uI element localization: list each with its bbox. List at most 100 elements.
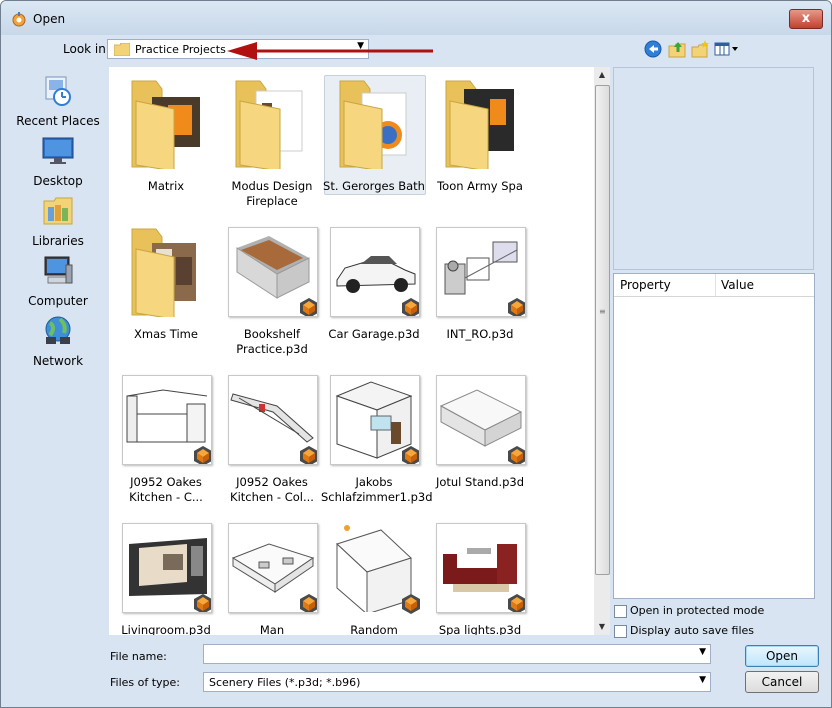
p3d-badge-icon [508, 594, 525, 612]
p3d-badge-icon [402, 298, 419, 316]
column-header-value[interactable]: Value [721, 278, 754, 292]
file-label: Car Garage.p3d [328, 327, 420, 341]
new-folder-icon[interactable] [691, 40, 709, 58]
file-thumbnail [122, 375, 212, 465]
look-in-value: Practice Projects [135, 43, 226, 56]
scrollbar-thumb[interactable]: ≡ [595, 85, 610, 575]
file-item[interactable]: J0952 Oakes Kitchen - C... [113, 369, 219, 509]
recent-places-icon [45, 76, 71, 106]
desktop-icon [42, 137, 74, 164]
views-menu-icon[interactable] [714, 40, 740, 58]
p3d-badge-icon [300, 594, 317, 612]
file-thumbnail [436, 227, 526, 317]
file-label: Modus Design Fireplace [231, 179, 313, 208]
file-item[interactable]: J0952 Oakes Kitchen - Col... [219, 369, 325, 509]
file-thumbnail [228, 375, 318, 465]
file-item[interactable]: Livingroom.p3d [113, 517, 219, 635]
folder-icon [131, 80, 200, 169]
file-label: Jakobs Schlafzimmer1.p3d [321, 475, 433, 504]
place-recent-places[interactable]: Recent Places [9, 75, 107, 131]
file-item[interactable]: Bookshelf Practice.p3d [219, 221, 325, 361]
computer-icon [44, 256, 73, 284]
file-thumbnail [436, 523, 526, 613]
close-button[interactable]: x [789, 9, 823, 29]
file-thumbnail [330, 227, 420, 317]
file-item[interactable]: Random [321, 517, 427, 635]
file-type-select[interactable]: Scenery Files (*.p3d; *.b96) ▼ [203, 672, 711, 692]
network-icon [45, 316, 71, 344]
p3d-badge-icon [194, 446, 211, 464]
file-item[interactable]: Spa lights.p3d [427, 517, 533, 635]
p3d-badge-icon [402, 594, 420, 614]
p3d-badge-icon [508, 298, 525, 316]
folder-icon [339, 80, 407, 169]
file-label: Man [259, 623, 285, 635]
file-item[interactable]: Jotul Stand.p3d [427, 369, 533, 509]
scroll-up-icon[interactable]: ▲ [594, 67, 610, 83]
place-network[interactable]: Network [9, 315, 107, 371]
checkbox-box[interactable] [614, 605, 627, 618]
folder-item[interactable]: Modus Design Fireplace [219, 73, 325, 213]
scroll-down-icon[interactable]: ▼ [594, 619, 610, 635]
file-label: Matrix [147, 179, 185, 193]
file-list-scrollbar[interactable]: ▲ ≡ ▼ [594, 67, 610, 635]
places-bar: Recent Places Desktop Libraries Computer… [9, 67, 107, 637]
protected-mode-checkbox[interactable]: Open in protected mode [614, 603, 814, 619]
back-icon[interactable] [644, 40, 662, 58]
file-item[interactable]: INT_RO.p3d [427, 221, 533, 361]
file-thumbnail [436, 375, 526, 465]
p3d-badge-icon [508, 446, 525, 464]
p3d-badge-icon [194, 594, 211, 612]
file-label: Livingroom.p3d [121, 623, 211, 635]
window-title: Open [33, 12, 66, 26]
file-name-input[interactable]: ▼ [203, 644, 711, 664]
folder-item[interactable]: Toon Army Spa [427, 73, 533, 213]
chevron-down-icon: ▼ [699, 675, 706, 685]
chevron-down-icon[interactable]: ▼ [699, 647, 706, 657]
file-label: Toon Army Spa [437, 179, 523, 193]
checkbox-label: Open in protected mode [630, 604, 765, 617]
p3d-badge-icon [300, 298, 317, 316]
file-label: J0952 Oakes Kitchen - C... [129, 475, 203, 504]
auto-save-checkbox[interactable]: Display auto save files [614, 623, 814, 639]
column-header-property[interactable]: Property [620, 278, 671, 292]
folder-icon [235, 80, 303, 169]
place-libraries[interactable]: Libraries [9, 195, 107, 251]
file-item[interactable]: Jakobs Schlafzimmer1.p3d [321, 369, 433, 509]
file-label: St. Gerorges Bath [323, 179, 425, 193]
file-type-value: Scenery Files (*.p3d; *.b96) [209, 676, 361, 689]
file-thumbnail [228, 227, 318, 317]
properties-table: Property Value [613, 273, 815, 599]
file-label: Jotul Stand.p3d [435, 475, 525, 489]
folder-item[interactable]: Matrix [113, 73, 219, 213]
p3d-badge-icon [402, 446, 419, 464]
file-list[interactable]: Matrix Modus Design Fireplace St. Gerorg… [109, 67, 594, 635]
file-thumbnail [330, 375, 420, 465]
app-icon [12, 12, 26, 27]
open-button[interactable]: Open [745, 645, 819, 667]
folder-item[interactable]: Xmas Time [113, 221, 219, 361]
up-folder-icon[interactable] [668, 40, 686, 58]
title-bar[interactable]: Open x [1, 1, 831, 35]
p3d-badge-icon [300, 446, 317, 464]
file-label: Xmas Time [134, 327, 198, 341]
file-label: J0952 Oakes Kitchen - Col... [230, 475, 314, 504]
file-item[interactable]: Man [219, 517, 325, 635]
place-label: Libraries [32, 234, 84, 248]
place-label: Computer [28, 294, 88, 308]
checkbox-box[interactable] [614, 625, 627, 638]
grip-icon: ≡ [599, 307, 606, 316]
file-type-label: Files of type: [110, 676, 181, 689]
file-label: INT_RO.p3d [446, 327, 514, 341]
preview-pane [613, 67, 814, 270]
folder-icon [114, 43, 130, 56]
place-computer[interactable]: Computer [9, 255, 107, 311]
place-desktop[interactable]: Desktop [9, 135, 107, 191]
cancel-button[interactable]: Cancel [745, 671, 819, 693]
file-item[interactable]: Car Garage.p3d [321, 221, 427, 361]
column-divider[interactable] [715, 274, 716, 296]
red-arrow-annotation-icon [227, 42, 433, 60]
place-label: Desktop [33, 174, 83, 188]
folder-item-selected[interactable]: St. Gerorges Bath [321, 73, 427, 213]
file-thumbnail [330, 523, 420, 616]
